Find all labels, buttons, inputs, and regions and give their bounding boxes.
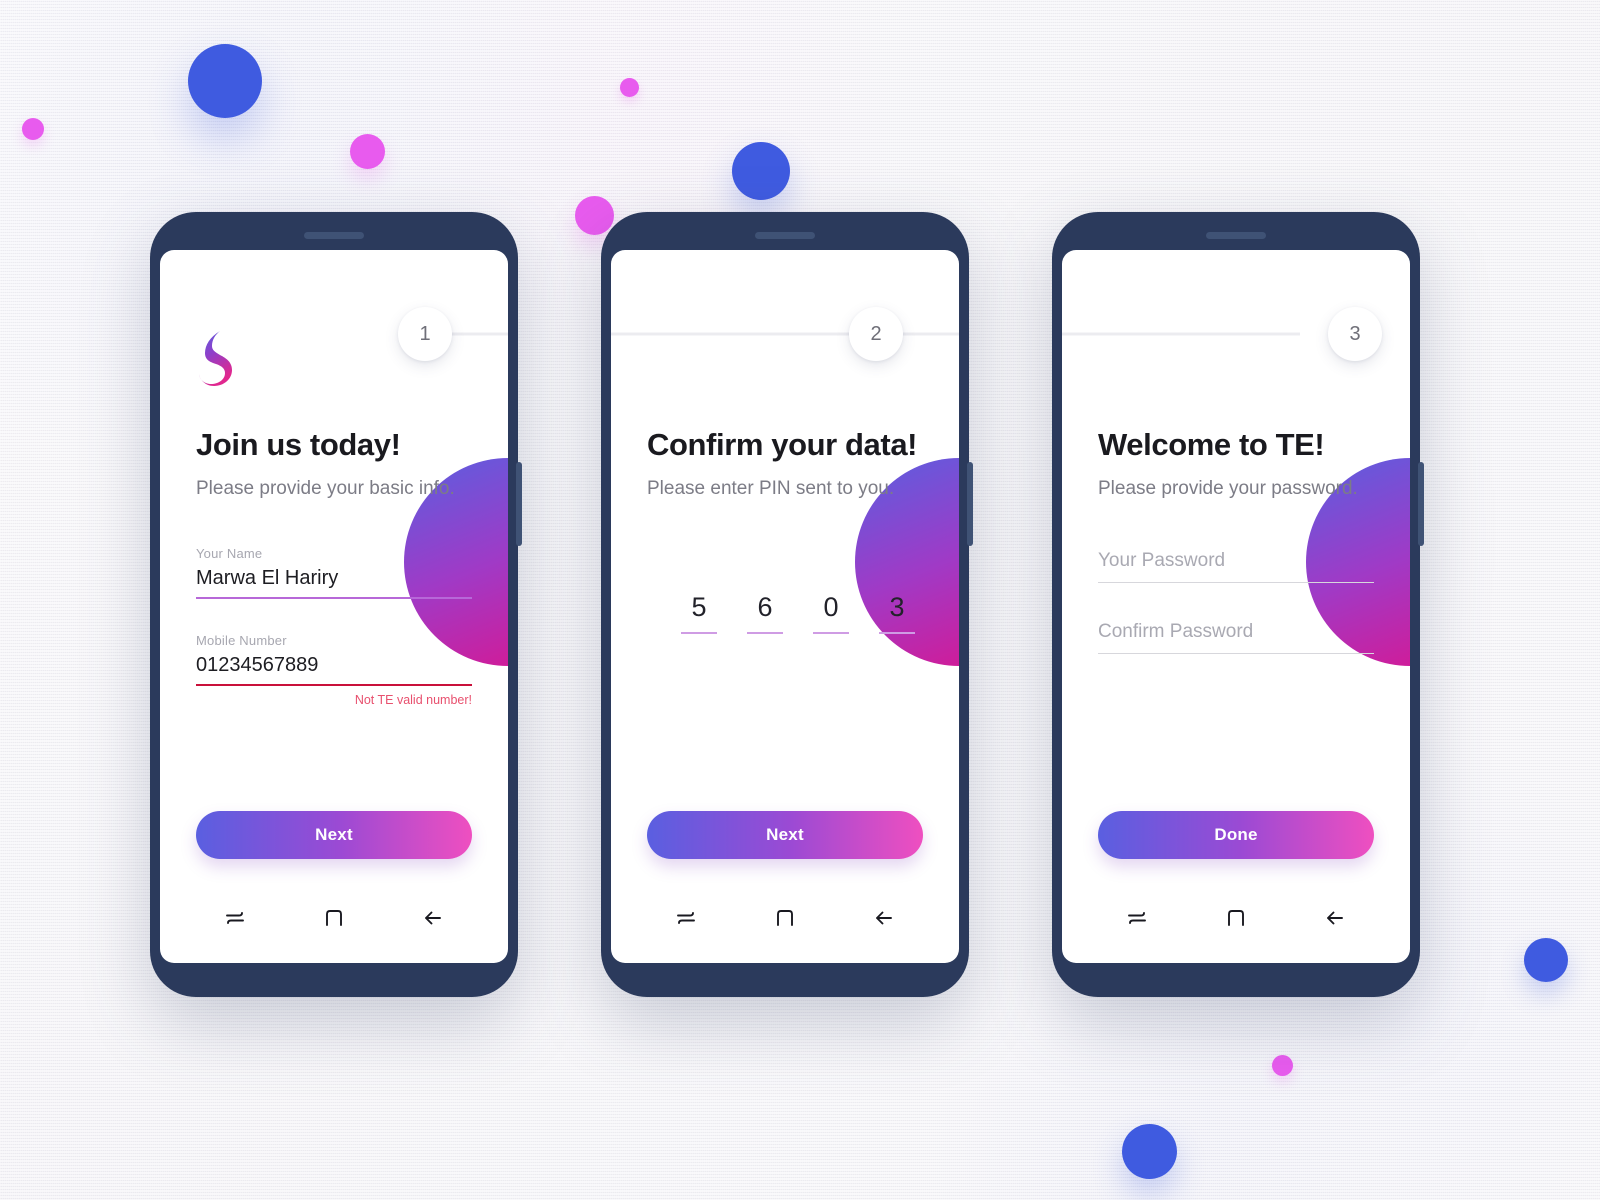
android-navigation-bar: [160, 895, 508, 941]
field-label: Mobile Number: [196, 633, 287, 649]
phone-screen-confirm: 2 Confirm your data! Please enter PIN sent…: [611, 250, 959, 963]
page-title: Confirm your data!: [647, 427, 918, 462]
field-value: 01234567889: [196, 654, 319, 677]
field-value: Marwa El Hariry: [196, 567, 339, 590]
phone-side-button[interactable]: [1418, 462, 1424, 546]
step-badge-number: 3: [1349, 322, 1361, 345]
home-square-icon[interactable]: [1214, 901, 1258, 935]
step-badge-number: 1: [419, 322, 431, 345]
pin-digit-value: 3: [889, 592, 905, 623]
phone-screen-signup: 1 Join us today! Please provide your basic…: [160, 250, 508, 963]
page-subtitle: Please provide your password.: [1098, 478, 1358, 500]
field-underline: [196, 684, 472, 687]
your-name-field[interactable]: Your Name Marwa El Hariry: [196, 546, 472, 600]
page-subtitle: Please provide your basic info.: [196, 478, 455, 500]
step-badge-2[interactable]: 2: [849, 307, 903, 361]
dot-magenta-bottom: [1272, 1055, 1293, 1076]
your-password-field[interactable]: Your Password: [1098, 546, 1374, 584]
progress-line-left: [611, 332, 849, 336]
phone-mockup-password: 3 Welcome to TE! Please provide your passw…: [1052, 212, 1424, 997]
step-badge-3[interactable]: 3: [1328, 307, 1382, 361]
form-fields: Your Password Confirm Password: [1098, 546, 1374, 655]
screen-content: Welcome to TE! Please provide your passwo…: [1098, 427, 1374, 688]
progress-step-row: 2: [611, 306, 959, 362]
pin-digit-cell[interactable]: 6: [747, 592, 783, 635]
screen-content: Confirm your data! Please enter PIN sent …: [647, 427, 923, 635]
dot-magenta-small-left: [350, 134, 385, 169]
page-title: Join us today!: [196, 427, 401, 462]
pin-digit-cell[interactable]: 3: [879, 592, 915, 635]
flame-logo-icon: [196, 328, 232, 386]
screen-content: Join us today! Please provide your basic …: [196, 427, 472, 741]
back-arrow-icon[interactable]: [862, 901, 906, 935]
progress-step-row: 3: [1062, 306, 1410, 362]
pin-digit-value: 0: [823, 592, 839, 623]
phone-speaker-slot: [1206, 232, 1266, 239]
phone-speaker-slot: [304, 232, 364, 239]
phone-screen-password: 3 Welcome to TE! Please provide your passw…: [1062, 250, 1410, 963]
home-square-icon[interactable]: [312, 901, 356, 935]
recents-switch-icon[interactable]: [213, 901, 257, 935]
pin-digit-underline: [747, 632, 783, 635]
android-navigation-bar: [1062, 895, 1410, 941]
dot-blue-bottom: [1122, 1124, 1177, 1179]
pin-digit-value: 5: [691, 592, 707, 623]
home-square-icon[interactable]: [763, 901, 807, 935]
dot-magenta-micro-top: [620, 78, 639, 97]
pin-digit-underline: [813, 632, 849, 635]
dot-blue-large-top-left: [188, 44, 262, 118]
field-underline: [1098, 653, 1374, 655]
phone-side-button[interactable]: [967, 462, 973, 546]
page-subtitle: Please enter PIN sent to you.: [647, 478, 895, 500]
phone-side-button[interactable]: [516, 462, 522, 546]
recents-switch-icon[interactable]: [664, 901, 708, 935]
form-fields: Your Name Marwa El Hariry Mobile Number 012…: [196, 546, 472, 707]
cta-done-button[interactable]: Done: [1098, 811, 1374, 859]
phone-speaker-slot: [755, 232, 815, 239]
dot-blue-bottom-right: [1524, 938, 1568, 982]
page-title: Welcome to TE!: [1098, 427, 1325, 462]
field-underline: [196, 597, 472, 600]
dot-magenta-tiny-left: [22, 118, 44, 140]
back-arrow-icon[interactable]: [411, 901, 455, 935]
phone-mockup-signup: 1 Join us today! Please provide your basic…: [150, 212, 522, 997]
pin-digit-cell[interactable]: 0: [813, 592, 849, 635]
confirm-password-field[interactable]: Confirm Password: [1098, 617, 1374, 655]
field-error-message: Not TE valid number!: [354, 693, 472, 708]
pin-digit-underline: [681, 632, 717, 635]
recents-switch-icon[interactable]: [1115, 901, 1159, 935]
field-placeholder: Confirm Password: [1098, 621, 1254, 643]
dot-magenta-mid: [575, 196, 614, 235]
cta-next-button[interactable]: Next: [647, 811, 923, 859]
cta-next-button[interactable]: Next: [196, 811, 472, 859]
field-label: Your Name: [196, 546, 263, 562]
phone-mockup-confirm: 2 Confirm your data! Please enter PIN sent…: [601, 212, 973, 997]
progress-line-left: [1062, 332, 1300, 336]
pin-digit-underline: [879, 632, 915, 635]
mobile-number-field[interactable]: Mobile Number 01234567889 Not TE valid num…: [196, 633, 472, 707]
field-placeholder: Your Password: [1098, 550, 1226, 572]
step-badge-number: 2: [870, 322, 882, 345]
dot-blue-mid-top: [732, 142, 790, 200]
back-arrow-icon[interactable]: [1313, 901, 1357, 935]
pin-digit-value: 6: [757, 592, 773, 623]
android-navigation-bar: [611, 895, 959, 941]
step-badge-1[interactable]: 1: [398, 307, 452, 361]
field-underline: [1098, 582, 1374, 584]
pin-input[interactable]: 5 6 0 3: [647, 592, 923, 635]
pin-digit-cell[interactable]: 5: [681, 592, 717, 635]
